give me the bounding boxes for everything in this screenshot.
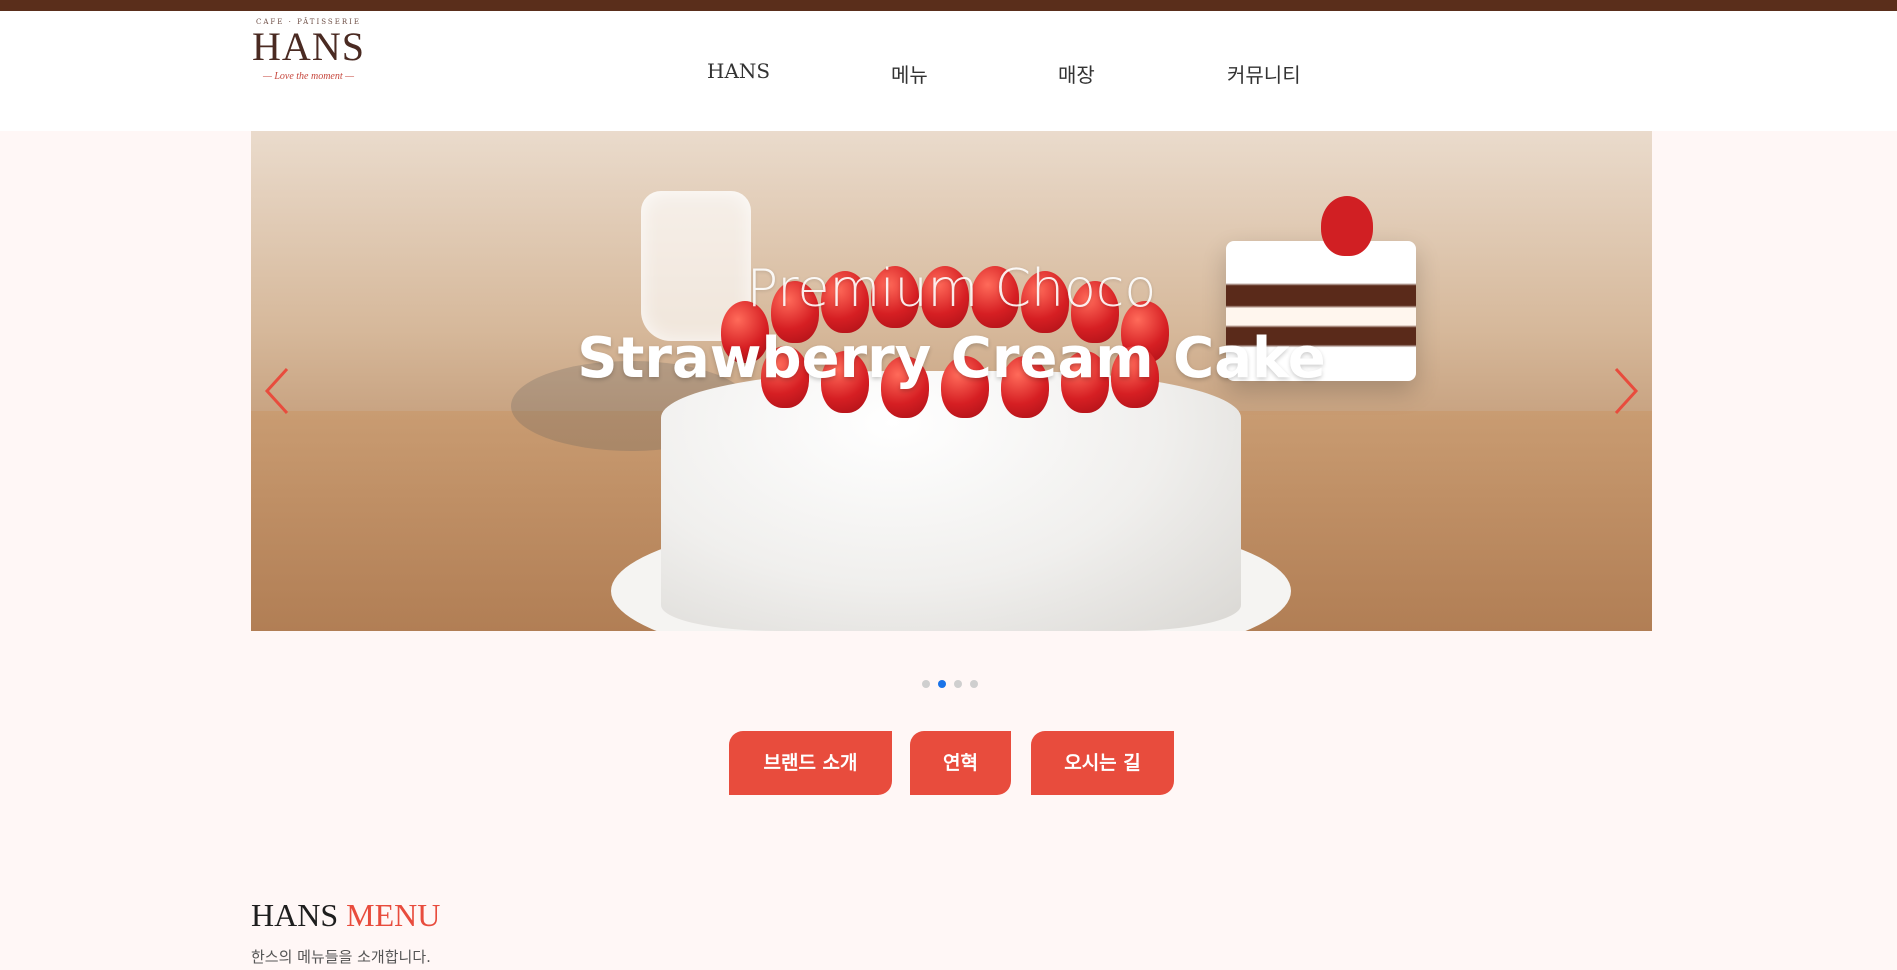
top-accent-bar [0, 0, 1897, 11]
nav-item-menu[interactable]: 메뉴 [891, 59, 928, 88]
carousel-dot-2[interactable] [938, 680, 946, 688]
chevron-right-icon [1604, 361, 1644, 421]
hero-carousel[interactable]: Premium Choco Strawberry Cream Cake [251, 131, 1652, 631]
carousel-dot-1[interactable] [922, 680, 930, 688]
hero-title-line1: Premium Choco [746, 259, 1157, 319]
carousel-dot-4[interactable] [970, 680, 978, 688]
directions-button[interactable]: 오시는 길 [1031, 731, 1174, 795]
main-nav: HANS 메뉴 매장 커뮤니티 [0, 11, 1897, 131]
carousel-dot-3[interactable] [954, 680, 962, 688]
menu-title-main: HANS [251, 897, 339, 933]
carousel-prev-button[interactable] [259, 361, 299, 421]
menu-section-subtitle: 한스의 메뉴들을 소개합니다. [251, 948, 431, 966]
hero-title-line2: Strawberry Cream Cake [577, 326, 1326, 391]
brand-intro-button[interactable]: 브랜드 소개 [729, 731, 892, 795]
hero-slice-strawberry [1321, 196, 1373, 256]
chevron-left-icon [259, 361, 299, 421]
menu-title-accent: MENU [346, 897, 441, 933]
history-button[interactable]: 연혁 [910, 731, 1011, 795]
carousel-next-button[interactable] [1604, 361, 1644, 421]
nav-item-community[interactable]: 커뮤니티 [1227, 59, 1301, 88]
nav-item-hans[interactable]: HANS [707, 59, 770, 83]
menu-section-title: HANS MENU [251, 897, 440, 934]
nav-item-store[interactable]: 매장 [1058, 59, 1095, 88]
